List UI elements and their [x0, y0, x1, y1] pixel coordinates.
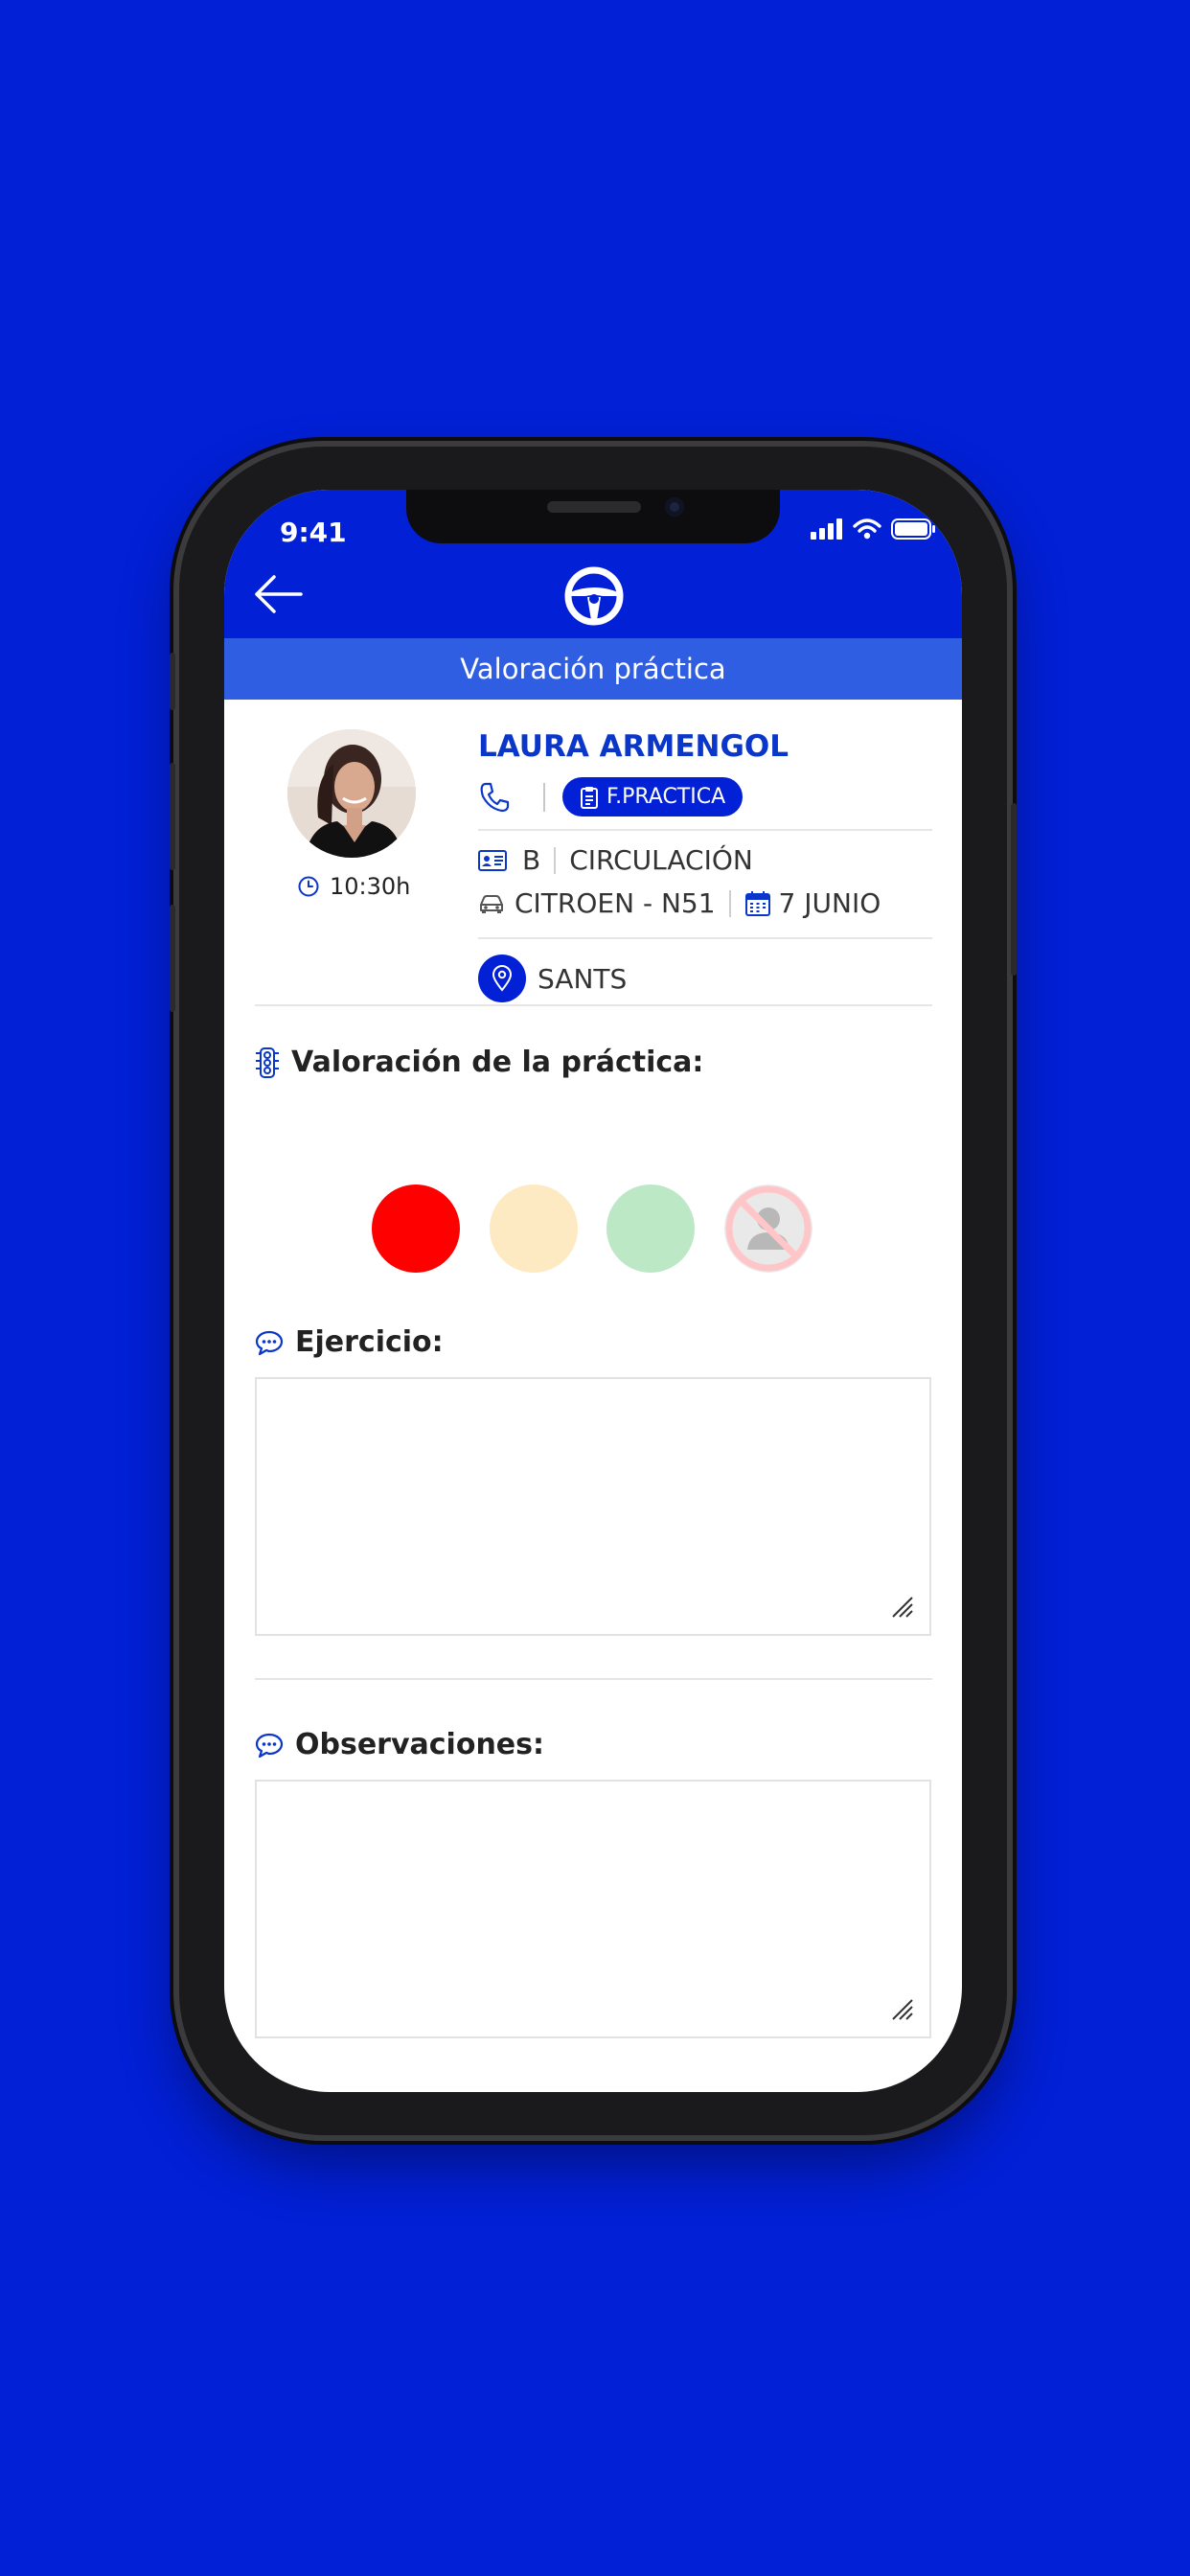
chat-bubble-icon [255, 1733, 284, 1758]
practice-category: CIRCULACIÓN [569, 844, 753, 876]
volume-down-button [170, 905, 175, 1012]
practice-date: 7 JUNIO [778, 887, 881, 919]
power-button [1011, 803, 1017, 976]
battery-icon [891, 518, 935, 540]
divider [728, 889, 731, 917]
location-name: SANTS [538, 962, 628, 995]
evaluation-green-button[interactable] [606, 1184, 695, 1273]
id-card-icon [478, 849, 507, 871]
license-type: B [522, 844, 541, 876]
car-icon [480, 894, 503, 913]
divider [478, 937, 932, 939]
session-time-text: 10:30h [330, 873, 411, 900]
silent-switch [170, 653, 175, 710]
clipboard-icon [581, 786, 598, 809]
vehicle-name: CITROEN - N51 [515, 887, 716, 919]
volume-up-button [170, 763, 175, 870]
exercise-label-text: Ejercicio: [295, 1325, 444, 1359]
student-photo [287, 729, 416, 858]
divider [478, 829, 932, 831]
observations-textarea[interactable] [255, 1780, 931, 2038]
location-badge [478, 954, 526, 1002]
clock-icon [298, 876, 319, 897]
observations-label: Observaciones: [255, 1728, 544, 1761]
practice-type-badge: F.PRACTICA [562, 777, 744, 816]
front-camera [665, 497, 684, 517]
no-user-icon [724, 1184, 812, 1273]
wifi-icon [853, 518, 881, 540]
exercise-label: Ejercicio: [255, 1325, 444, 1359]
app-bar [224, 557, 962, 638]
divider [255, 1004, 932, 1006]
evaluation-red-button[interactable] [372, 1184, 460, 1273]
practice-type-label: F.PRACTICA [606, 785, 726, 809]
steering-wheel-icon [564, 566, 624, 626]
status-bar: 9:41 [224, 490, 962, 557]
traffic-light-icon [256, 1046, 279, 1078]
evaluation-label: Valoración de la práctica: [255, 1046, 703, 1079]
phone-icon[interactable] [478, 781, 511, 814]
speaker [547, 501, 641, 513]
phone-frame: 9:41 Valoración práctica 10:30h LAURA AR… [170, 447, 1017, 2135]
map-pin-icon [492, 965, 513, 992]
status-icons [811, 518, 935, 540]
student-name: LAURA ARMENGOL [478, 729, 790, 764]
evaluation-yellow-button[interactable] [490, 1184, 578, 1273]
notch [406, 490, 780, 543]
observations-label-text: Observaciones: [295, 1728, 545, 1761]
chat-bubble-icon [255, 1330, 284, 1355]
vehicle-row: CITROEN - N51 7 JUNIO [478, 887, 881, 919]
divider [255, 1678, 932, 1680]
back-button[interactable] [251, 570, 309, 618]
page-title: Valoración práctica [224, 638, 962, 700]
avatar [287, 729, 416, 858]
evaluation-label-text: Valoración de la práctica: [291, 1046, 704, 1079]
signal-icon [811, 518, 842, 540]
exercise-textarea[interactable] [255, 1377, 931, 1636]
status-time: 9:41 [280, 517, 347, 548]
arrow-left-icon [255, 575, 303, 613]
license-row: B CIRCULACIÓN [478, 844, 753, 876]
location-row: SANTS [478, 954, 627, 1002]
divider [543, 782, 545, 812]
session-time: 10:30h [297, 873, 410, 900]
calendar-icon [744, 890, 770, 916]
contact-row: F.PRACTICA [478, 777, 744, 816]
screen: 9:41 Valoración práctica 10:30h LAURA AR… [224, 490, 962, 2092]
divider [554, 846, 557, 874]
evaluation-absent-button[interactable] [724, 1184, 812, 1273]
